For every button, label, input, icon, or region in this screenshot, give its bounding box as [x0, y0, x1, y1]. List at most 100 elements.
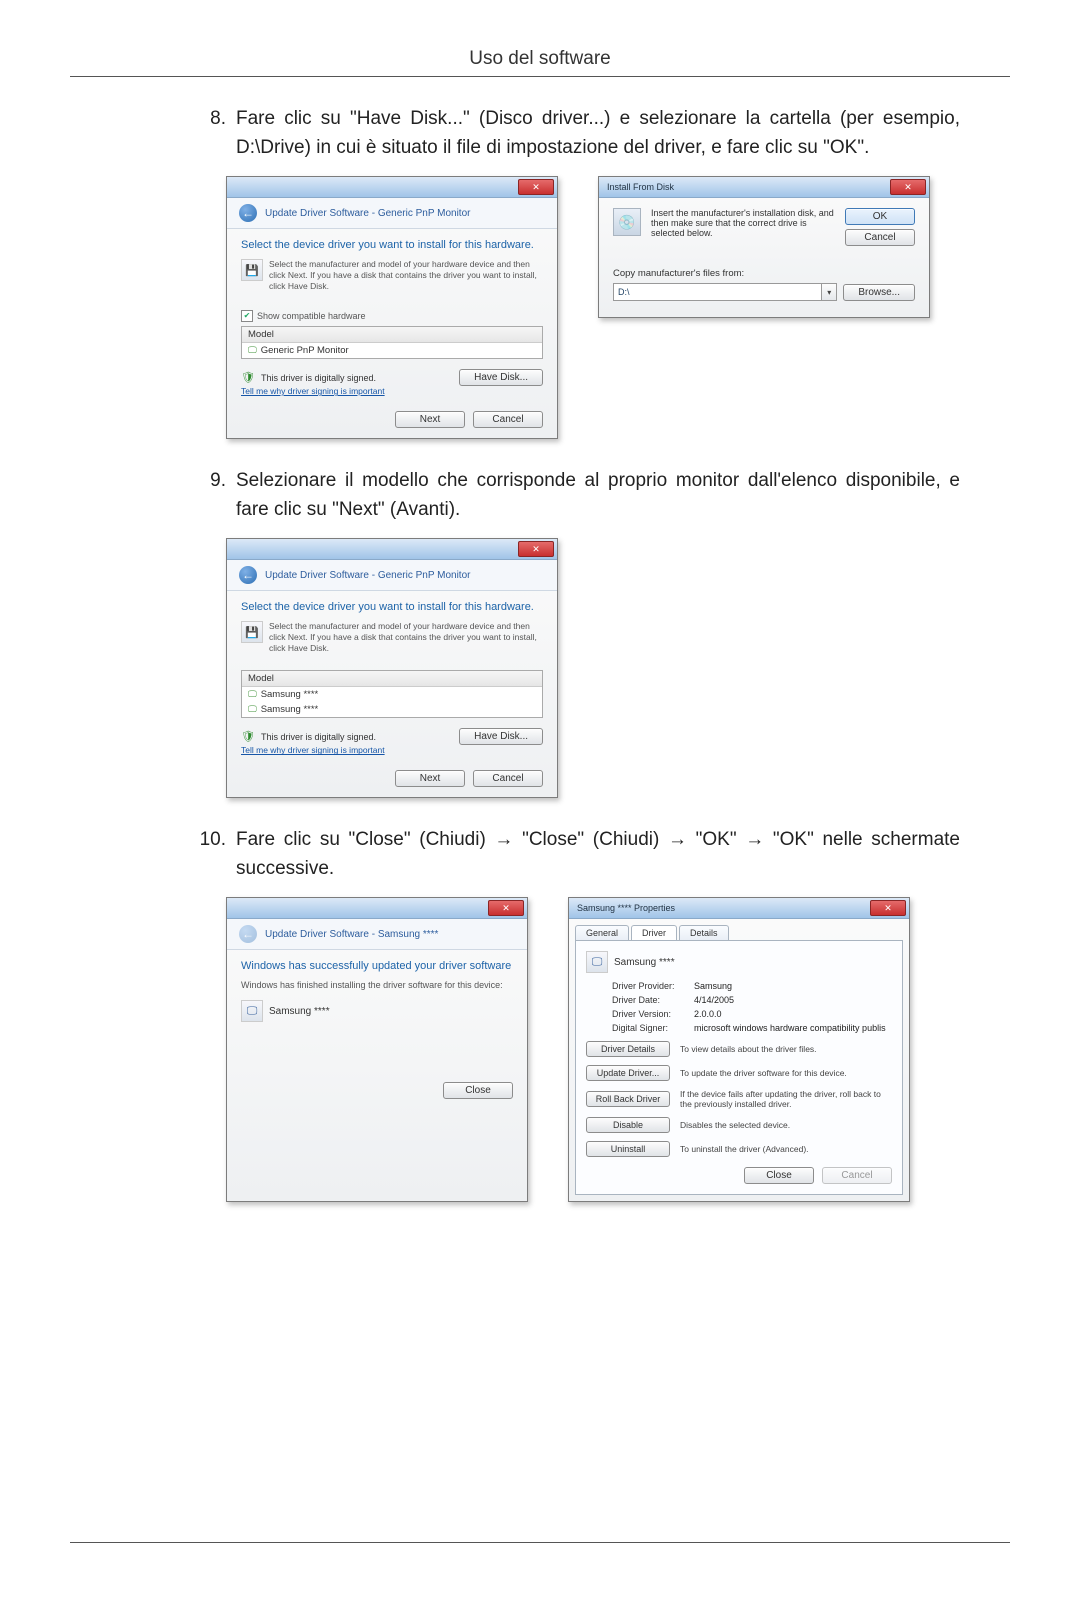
disk-icon: 💿	[613, 208, 641, 236]
drive-icon: 💾	[241, 621, 263, 643]
close-icon[interactable]: ✕	[518, 541, 554, 557]
prop-signer-val: microsoft windows hardware compatibility…	[694, 1023, 886, 1033]
dialog-titlebar: Samsung **** Properties ✕	[569, 898, 909, 919]
breadcrumb: ← Update Driver Software - Generic PnP M…	[227, 198, 557, 229]
prop-version-val: 2.0.0.0	[694, 1009, 722, 1019]
list-item-label: Samsung ****	[261, 689, 319, 700]
dialog-titlebar: Install From Disk ✕	[599, 177, 929, 198]
prop-provider-val: Samsung	[694, 981, 732, 991]
breadcrumb-text: Update Driver Software - Generic PnP Mon…	[265, 208, 470, 219]
list-item-label: Samsung ****	[261, 704, 319, 715]
model-list[interactable]: Model 🖵 Generic PnP Monitor	[241, 326, 543, 359]
prop-signer-key: Digital Signer:	[612, 1023, 694, 1033]
close-icon[interactable]: ✕	[488, 900, 524, 916]
header-divider	[70, 76, 1010, 77]
chevron-down-icon[interactable]: ▾	[822, 283, 837, 301]
dialog-update-success: ✕ ← Update Driver Software - Samsung ***…	[226, 897, 528, 1202]
step-9-number: 9.	[180, 467, 236, 524]
disable-desc: Disables the selected device.	[680, 1120, 892, 1130]
dialog-titlebar-text: Install From Disk	[599, 182, 890, 192]
breadcrumb: ← Update Driver Software - Generic PnP M…	[227, 560, 557, 591]
model-list[interactable]: Model 🖵 Samsung **** 🖵 Samsung ****	[241, 670, 543, 718]
install-from-disk-msg: Insert the manufacturer's installation d…	[651, 208, 835, 238]
prop-version-key: Driver Version:	[612, 1009, 694, 1019]
path-input[interactable]: D:\	[613, 283, 822, 301]
footer-divider	[70, 1542, 1010, 1543]
device-name-label: Samsung ****	[614, 957, 675, 968]
show-compatible-label: Show compatible hardware	[257, 311, 366, 321]
breadcrumb-text: Update Driver Software - Samsung ****	[265, 929, 438, 940]
model-list-header: Model	[242, 671, 542, 687]
back-icon[interactable]: ←	[239, 925, 257, 943]
tab-driver[interactable]: Driver	[631, 925, 677, 940]
close-button[interactable]: Close	[744, 1167, 814, 1184]
back-icon[interactable]: ←	[239, 566, 257, 584]
model-list-header: Model	[242, 327, 542, 343]
dialog-titlebar-text: Samsung **** Properties	[569, 903, 870, 913]
driver-details-button[interactable]: Driver Details	[586, 1041, 670, 1057]
ok-button[interactable]: OK	[845, 208, 915, 225]
dialog-description: Select the manufacturer and model of you…	[269, 621, 543, 654]
have-disk-button[interactable]: Have Disk...	[459, 728, 543, 745]
cancel-button[interactable]: Cancel	[845, 229, 915, 246]
prop-date-val: 4/14/2005	[694, 995, 734, 1005]
checkbox-icon: ✔	[241, 310, 253, 322]
tab-panel-driver: 🖵 Samsung **** Driver Provider:Samsung D…	[575, 940, 903, 1195]
device-name-label: Samsung ****	[269, 1006, 330, 1017]
list-item-label: Generic PnP Monitor	[261, 345, 349, 356]
step-10-number: 10.	[180, 826, 236, 883]
step-8-text: Fare clic su "Have Disk..." (Disco drive…	[236, 105, 960, 162]
breadcrumb: ← Update Driver Software - Samsung ****	[227, 919, 527, 950]
next-button[interactable]: Next	[395, 770, 465, 787]
step-9: 9. Selezionare il modello che corrispond…	[180, 467, 960, 524]
show-compatible-checkbox[interactable]: ✔ Show compatible hardware	[241, 310, 543, 322]
dialog-titlebar: ✕	[227, 539, 557, 560]
have-disk-button[interactable]: Have Disk...	[459, 369, 543, 386]
tab-details[interactable]: Details	[679, 925, 729, 940]
signed-label: This driver is digitally signed.	[261, 732, 376, 742]
step-9-text: Selezionare il modello che corrisponde a…	[236, 467, 960, 524]
dialog-titlebar: ✕	[227, 898, 527, 919]
cancel-button[interactable]: Cancel	[473, 770, 543, 787]
prop-date-key: Driver Date:	[612, 995, 694, 1005]
shield-icon: 🛡	[241, 371, 255, 384]
monitor-icon: 🖵	[248, 689, 257, 700]
step-10-text: Fare clic su "Close" (Chiudi) → "Close" …	[236, 826, 960, 883]
back-icon[interactable]: ←	[239, 204, 257, 222]
drive-icon: 💾	[241, 259, 263, 281]
dialog-description: Select the manufacturer and model of you…	[269, 259, 543, 292]
list-item[interactable]: 🖵 Samsung ****	[242, 687, 542, 702]
dialog-titlebar: ✕	[227, 177, 557, 198]
close-button[interactable]: Close	[443, 1082, 513, 1099]
next-button[interactable]: Next	[395, 411, 465, 428]
close-icon[interactable]: ✕	[890, 179, 926, 195]
dialog-driver-properties: Samsung **** Properties ✕ General Driver…	[568, 897, 910, 1202]
uninstall-desc: To uninstall the driver (Advanced).	[680, 1144, 892, 1154]
list-item[interactable]: 🖵 Samsung ****	[242, 702, 542, 717]
cancel-button[interactable]: Cancel	[473, 411, 543, 428]
success-heading: Windows has successfully updated your dr…	[241, 960, 513, 972]
signed-label: This driver is digitally signed.	[261, 373, 376, 383]
close-icon[interactable]: ✕	[518, 179, 554, 195]
update-driver-button[interactable]: Update Driver...	[586, 1065, 670, 1081]
properties-tabs: General Driver Details	[569, 919, 909, 940]
close-icon[interactable]: ✕	[870, 900, 906, 916]
monitor-icon: 🖵	[241, 1000, 263, 1022]
rollback-driver-button[interactable]: Roll Back Driver	[586, 1091, 670, 1107]
dialog-install-from-disk: Install From Disk ✕ 💿 Insert the manufac…	[598, 176, 930, 318]
step-10: 10. Fare clic su "Close" (Chiudi) → "Clo…	[180, 826, 960, 883]
update-driver-desc: To update the driver software for this d…	[680, 1068, 892, 1078]
browse-button[interactable]: Browse...	[843, 284, 915, 301]
copy-from-label: Copy manufacturer's files from:	[613, 268, 915, 279]
signing-info-link[interactable]: Tell me why driver signing is important	[241, 386, 385, 396]
signing-info-link[interactable]: Tell me why driver signing is important	[241, 745, 385, 755]
disable-button[interactable]: Disable	[586, 1117, 670, 1133]
list-item[interactable]: 🖵 Generic PnP Monitor	[242, 343, 542, 358]
uninstall-button[interactable]: Uninstall	[586, 1141, 670, 1157]
page-title: Uso del software	[70, 48, 1010, 70]
dialog-update-driver: ✕ ← Update Driver Software - Generic PnP…	[226, 176, 558, 439]
shield-icon: 🛡	[241, 730, 255, 743]
tab-general[interactable]: General	[575, 925, 629, 940]
rollback-driver-desc: If the device fails after updating the d…	[680, 1089, 892, 1109]
prop-provider-key: Driver Provider:	[612, 981, 694, 991]
